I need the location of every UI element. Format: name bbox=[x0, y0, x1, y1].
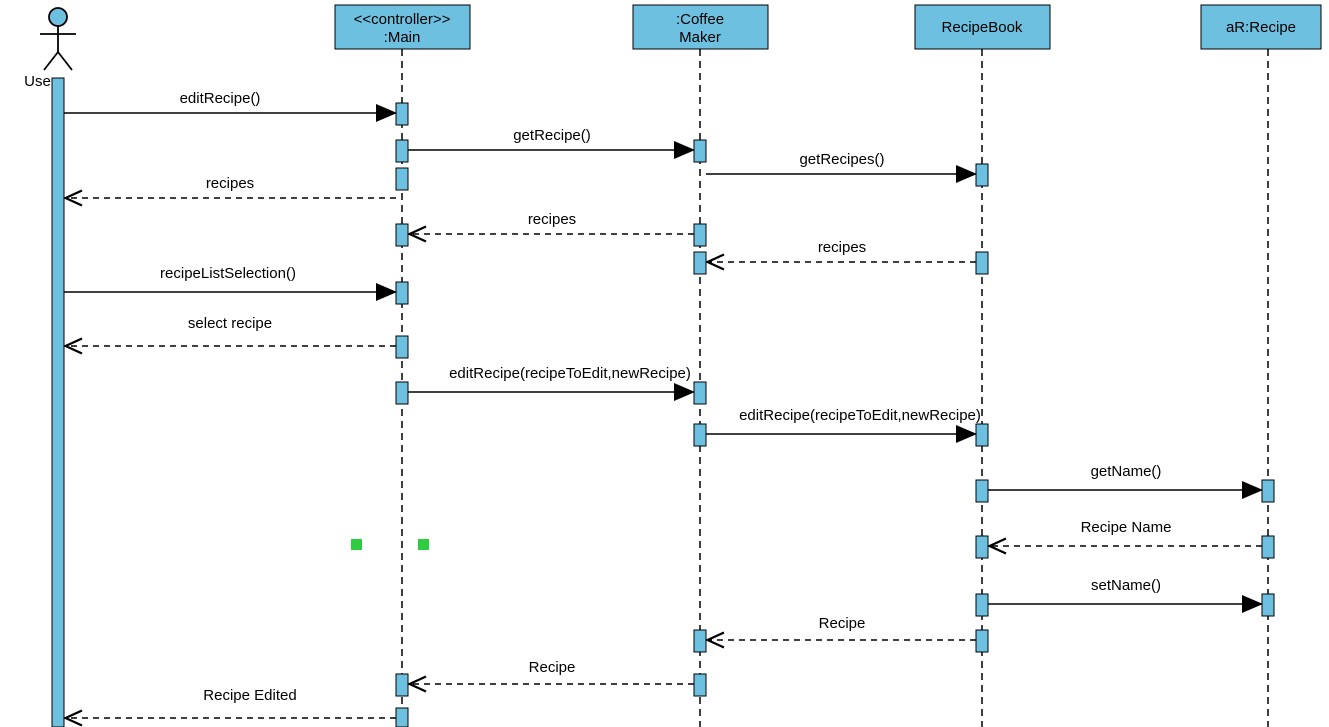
green-marker-1 bbox=[351, 539, 362, 550]
msg-editrecipe: editRecipe() bbox=[180, 90, 261, 107]
msg-recipes-2: recipes bbox=[528, 211, 576, 228]
green-marker-2 bbox=[418, 539, 429, 550]
msg-recipe-ret1: Recipe bbox=[819, 615, 866, 632]
participant-recipe: aR:Recipe bbox=[1201, 5, 1321, 49]
participant-book: RecipeBook bbox=[915, 5, 1050, 49]
participant-coffee-l2: Maker bbox=[679, 29, 721, 46]
msg-recipes-1: recipes bbox=[206, 175, 254, 192]
msg-selectrecipe: select recipe bbox=[188, 315, 272, 332]
msg-editrecipe3: editRecipe(recipeToEdit,newRecipe) bbox=[739, 407, 981, 424]
participant-book-label: RecipeBook bbox=[942, 19, 1023, 36]
msg-edited: Recipe Edited bbox=[203, 687, 296, 704]
participant-main: <<controller>> :Main bbox=[335, 5, 470, 49]
participant-user: User bbox=[24, 8, 76, 90]
participant-coffee-l1: :Coffee bbox=[676, 11, 724, 28]
msg-recipelist: recipeListSelection() bbox=[160, 265, 296, 282]
sequence-diagram: User <<controller>> :Main :Coffee Maker … bbox=[0, 0, 1329, 727]
activation-user bbox=[52, 78, 64, 727]
msg-getrecipe: getRecipe() bbox=[513, 127, 591, 144]
msg-editrecipe2: editRecipe(recipeToEdit,newRecipe) bbox=[449, 365, 691, 382]
msg-getname: getName() bbox=[1091, 463, 1162, 480]
msg-setname: setName() bbox=[1091, 577, 1161, 594]
participant-user-label: User bbox=[24, 73, 56, 90]
msg-recipename: Recipe Name bbox=[1081, 519, 1172, 536]
msg-getrecipes: getRecipes() bbox=[799, 151, 884, 168]
participant-coffee: :Coffee Maker bbox=[633, 5, 768, 49]
participant-main-name: :Main bbox=[384, 29, 421, 46]
participant-main-stereo: <<controller>> bbox=[354, 11, 451, 28]
msg-recipes-3: recipes bbox=[818, 239, 866, 256]
participant-recipe-label: aR:Recipe bbox=[1226, 19, 1296, 36]
msg-recipe-ret2: Recipe bbox=[529, 659, 576, 676]
